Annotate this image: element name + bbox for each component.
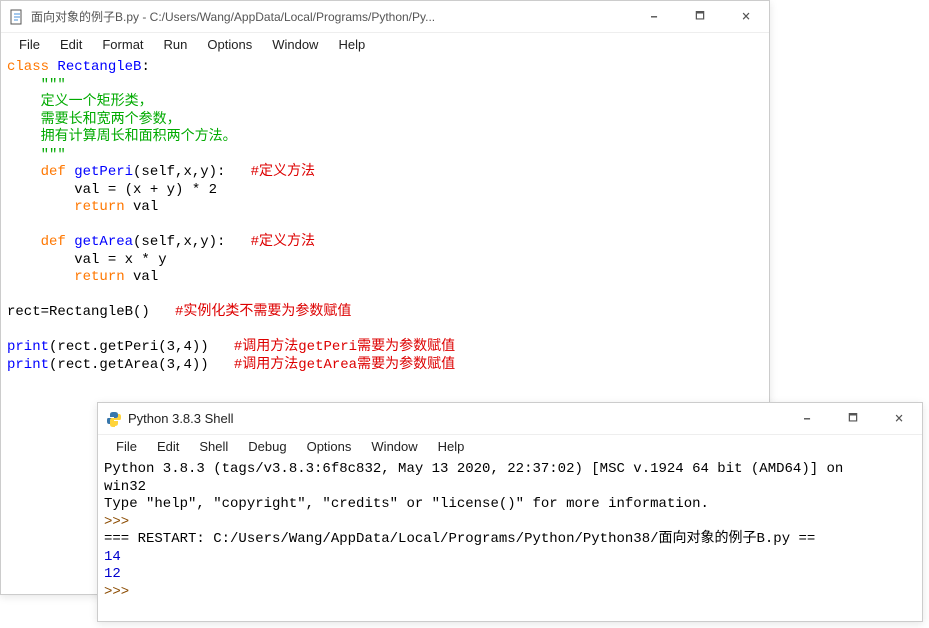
- close-button[interactable]: 🗙: [876, 403, 922, 435]
- shell-banner: Type "help", "copyright", "credits" or "…: [104, 496, 709, 512]
- code-comment: #实例化类不需要为参数赋值: [175, 304, 351, 320]
- code-funcname: getPeri: [66, 164, 133, 180]
- code-comment: #调用方法getArea需要为参数赋值: [234, 357, 455, 373]
- code-text: val = (x + y) * 2: [7, 182, 217, 198]
- menu-shell[interactable]: Shell: [189, 438, 238, 455]
- menu-edit[interactable]: Edit: [50, 36, 92, 53]
- code-comment: #定义方法: [251, 164, 315, 180]
- code-text: (self,x,y):: [133, 234, 251, 250]
- shell-output: 12: [104, 566, 121, 582]
- code-text: (rect.getPeri(3,4)): [49, 339, 234, 355]
- code-text: val: [125, 269, 159, 285]
- python-file-icon: [9, 9, 25, 25]
- shell-banner: win32: [104, 479, 146, 495]
- menu-file[interactable]: File: [106, 438, 147, 455]
- code-docstring: 定义一个矩形类，: [7, 94, 153, 110]
- code-keyword: return: [7, 199, 125, 215]
- code-docstring: 需要长和宽两个参数，: [7, 112, 181, 128]
- minimize-button[interactable]: 🗕: [784, 403, 830, 435]
- maximize-button[interactable]: 🗖: [677, 1, 723, 33]
- editor-menubar: File Edit Format Run Options Window Help: [1, 33, 769, 55]
- shell-output: 14: [104, 549, 121, 565]
- code-builtin: print: [7, 339, 49, 355]
- shell-prompt: >>>: [104, 584, 138, 600]
- editor-titlebar[interactable]: 面向对象的例子B.py - C:/Users/Wang/AppData/Loca…: [1, 1, 769, 33]
- menu-edit[interactable]: Edit: [147, 438, 189, 455]
- code-comment: #定义方法: [251, 234, 315, 250]
- shell-window: Python 3.8.3 Shell 🗕 🗖 🗙 File Edit Shell…: [97, 402, 923, 622]
- menu-help[interactable]: Help: [428, 438, 475, 455]
- code-funcname: getArea: [66, 234, 133, 250]
- maximize-button[interactable]: 🗖: [830, 403, 876, 435]
- code-builtin: print: [7, 357, 49, 373]
- minimize-button[interactable]: 🗕: [631, 1, 677, 33]
- code-comment: #调用方法getPeri需要为参数赋值: [234, 339, 455, 355]
- shell-prompt: >>>: [104, 514, 138, 530]
- code-keyword: return: [7, 269, 125, 285]
- code-text: (self,x,y):: [133, 164, 251, 180]
- menu-options[interactable]: Options: [197, 36, 262, 53]
- shell-window-controls: 🗕 🗖 🗙: [784, 403, 922, 434]
- shell-restart-line: === RESTART: C:/Users/Wang/AppData/Local…: [104, 531, 815, 547]
- menu-debug[interactable]: Debug: [238, 438, 296, 455]
- code-docstring: 拥有计算周长和面积两个方法。: [7, 129, 237, 145]
- menu-file[interactable]: File: [9, 36, 50, 53]
- code-keyword: def: [7, 164, 66, 180]
- menu-options[interactable]: Options: [297, 438, 362, 455]
- shell-menubar: File Edit Shell Debug Options Window Hel…: [98, 435, 922, 457]
- code-docstring: """: [7, 77, 66, 93]
- editor-code-area[interactable]: class RectangleB: """ 定义一个矩形类， 需要长和宽两个参数…: [1, 55, 769, 378]
- code-keyword: def: [7, 234, 66, 250]
- code-classname: RectangleB: [49, 59, 141, 75]
- menu-run[interactable]: Run: [154, 36, 198, 53]
- close-button[interactable]: 🗙: [723, 1, 769, 33]
- shell-banner: Python 3.8.3 (tags/v3.8.3:6f8c832, May 1…: [104, 461, 843, 477]
- menu-format[interactable]: Format: [92, 36, 153, 53]
- code-docstring: """: [7, 147, 66, 163]
- shell-titlebar[interactable]: Python 3.8.3 Shell 🗕 🗖 🗙: [98, 403, 922, 435]
- menu-help[interactable]: Help: [328, 36, 375, 53]
- code-text: rect=RectangleB(): [7, 304, 175, 320]
- shell-title: Python 3.8.3 Shell: [128, 411, 784, 426]
- menu-window[interactable]: Window: [262, 36, 328, 53]
- menu-window[interactable]: Window: [361, 438, 427, 455]
- code-text: val = x * y: [7, 252, 167, 268]
- shell-output-area[interactable]: Python 3.8.3 (tags/v3.8.3:6f8c832, May 1…: [98, 457, 922, 605]
- code-text: (rect.getArea(3,4)): [49, 357, 234, 373]
- editor-title: 面向对象的例子B.py - C:/Users/Wang/AppData/Loca…: [31, 8, 631, 25]
- code-keyword: class: [7, 59, 49, 75]
- python-shell-icon: [106, 411, 122, 427]
- code-text: :: [141, 59, 149, 75]
- code-text: val: [125, 199, 159, 215]
- editor-window-controls: 🗕 🗖 🗙: [631, 1, 769, 32]
